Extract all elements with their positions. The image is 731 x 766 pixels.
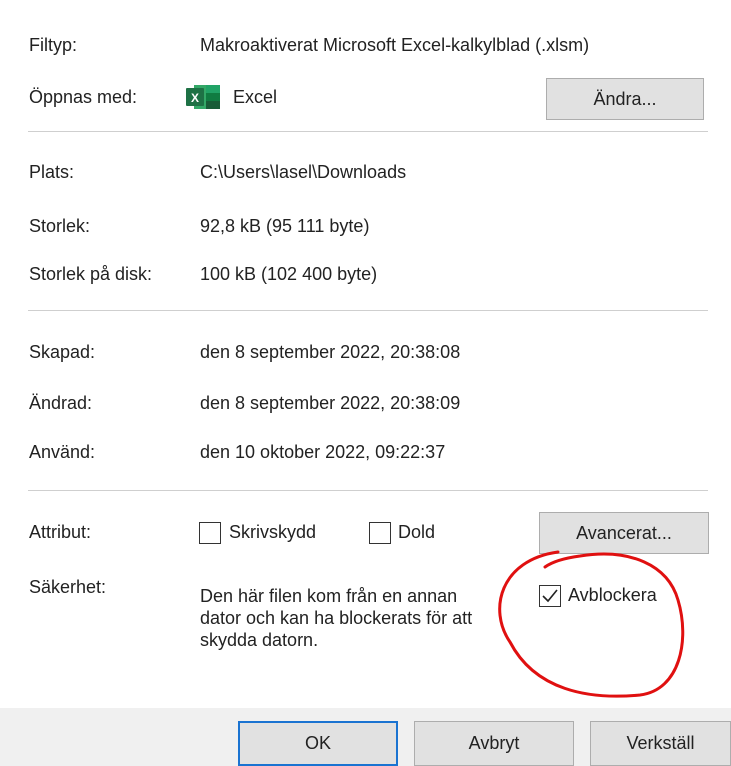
attributes-label: Attribut:: [29, 522, 92, 542]
unblock-checkbox[interactable]: [539, 585, 561, 607]
location-label: Plats:: [29, 162, 75, 182]
security-label: Säkerhet:: [29, 577, 107, 597]
security-text-line: Den här filen kom från en annan: [200, 586, 458, 606]
accessed-label: Använd:: [29, 442, 96, 462]
file-type-label: Filtyp:: [29, 35, 78, 55]
size-value: 92,8 kB (95 111 byte): [200, 216, 370, 236]
separator: [28, 310, 708, 311]
change-button[interactable]: Ändra...: [546, 78, 704, 120]
hidden-label: Dold: [398, 522, 436, 542]
size-on-disk-label: Storlek på disk:: [29, 264, 153, 284]
location-value: C:\Users\lasel\Downloads: [200, 162, 407, 182]
advanced-button[interactable]: Avancerat...: [539, 512, 709, 554]
cancel-button[interactable]: Avbryt: [414, 721, 574, 766]
created-value: den 8 september 2022, 20:38:08: [200, 342, 461, 362]
opens-with-label: Öppnas med:: [29, 87, 138, 107]
svg-text:X: X: [191, 91, 199, 105]
readonly-checkbox[interactable]: [199, 522, 221, 544]
unblock-label: Avblockera: [568, 585, 657, 605]
separator: [28, 490, 708, 491]
security-message: Den här filen kom från en annan dator oc…: [200, 585, 530, 651]
security-text-line: skydda datorn.: [200, 630, 319, 650]
accessed-value: den 10 oktober 2022, 09:22:37: [200, 442, 446, 462]
separator: [28, 131, 708, 132]
created-label: Skapad:: [29, 342, 96, 362]
size-label: Storlek:: [29, 216, 91, 236]
apply-button[interactable]: Verkställ: [590, 721, 731, 766]
file-type-value: Makroaktiverat Microsoft Excel-kalkylbla…: [200, 35, 590, 55]
security-text-line: dator och kan ha blockerats för att: [200, 608, 473, 628]
size-on-disk-value: 100 kB (102 400 byte): [200, 264, 378, 284]
hidden-checkbox[interactable]: [369, 522, 391, 544]
excel-icon: X: [186, 85, 220, 109]
readonly-label: Skrivskydd: [229, 522, 317, 542]
modified-label: Ändrad:: [29, 393, 93, 413]
modified-value: den 8 september 2022, 20:38:09: [200, 393, 461, 413]
checkmark-icon: [542, 589, 558, 603]
ok-button[interactable]: OK: [238, 721, 398, 766]
opens-with-value: Excel: [233, 87, 278, 107]
